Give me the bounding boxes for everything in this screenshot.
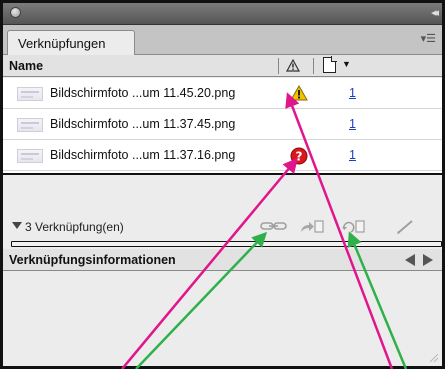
previous-arrow-icon[interactable] [405, 254, 415, 266]
svg-text:?: ? [296, 150, 303, 164]
link-filename: Bildschirmfoto ...um 11.37.45.png [50, 117, 236, 131]
thumbnail-image [17, 118, 43, 132]
list-item[interactable]: Bildschirmfoto ...um 11.37.16.png ? 1 [3, 140, 442, 171]
relink-chain-icon[interactable] [259, 219, 289, 236]
link-filename: Bildschirmfoto ...um 11.45.20.png [50, 86, 236, 100]
links-list: Bildschirmfoto ...um 11.45.20.png 1 Bild… [3, 78, 442, 173]
missing-question-icon[interactable]: ? [290, 147, 308, 168]
section-divider[interactable] [11, 241, 442, 247]
tab-verknuepfungen[interactable]: Verknüpfungen [7, 30, 135, 56]
page-number-link[interactable]: 1 [349, 86, 356, 100]
page-icon[interactable] [323, 56, 337, 73]
tab-label: Verknüpfungen [18, 36, 106, 51]
thumbnail-image [17, 149, 43, 163]
warning-icon[interactable] [290, 84, 308, 104]
links-column-header: Name ▼ [3, 55, 442, 77]
panel-menu-icon[interactable]: ▾☰ [421, 32, 436, 45]
links-panel: ◂◂ Verknüpfungen ▾☰ Name ▼ Bildschirmfot… [0, 0, 445, 369]
warning-icon[interactable] [285, 58, 301, 75]
chevron-down-icon[interactable]: ▼ [342, 59, 351, 69]
disclosure-triangle-icon[interactable] [12, 222, 22, 229]
list-item[interactable]: Bildschirmfoto ...um 11.37.45.png 1 [3, 109, 442, 140]
thumbnail-image [17, 87, 43, 101]
link-info-body [3, 272, 442, 366]
link-filename: Bildschirmfoto ...um 11.37.16.png [50, 148, 236, 162]
tab-bar: Verknüpfungen ▾☰ [3, 25, 442, 56]
empty-area [3, 175, 442, 215]
close-icon[interactable] [10, 7, 21, 18]
column-separator [313, 58, 314, 74]
page-number-link[interactable]: 1 [349, 148, 356, 162]
column-separator [278, 58, 279, 74]
page-number-link[interactable]: 1 [349, 117, 356, 131]
resize-grip-icon[interactable] [430, 354, 438, 362]
goto-link-icon[interactable] [299, 219, 325, 238]
next-arrow-icon[interactable] [423, 254, 433, 266]
list-item[interactable]: Bildschirmfoto ...um 11.45.20.png 1 [3, 78, 442, 109]
panel-titlebar[interactable]: ◂◂ [3, 3, 442, 25]
name-column-header[interactable]: Name [9, 59, 43, 73]
link-info-header: Verknüpfungsinformationen [3, 249, 442, 271]
collapse-icon[interactable]: ◂◂ [431, 6, 439, 19]
links-status-bar: 3 Verknüpfung(en) [3, 215, 442, 239]
link-count: 3 Verknüpfung(en) [25, 220, 124, 234]
update-link-icon[interactable] [341, 219, 367, 238]
link-info-title: Verknüpfungsinformationen [9, 253, 176, 267]
edit-original-icon[interactable] [395, 219, 415, 238]
